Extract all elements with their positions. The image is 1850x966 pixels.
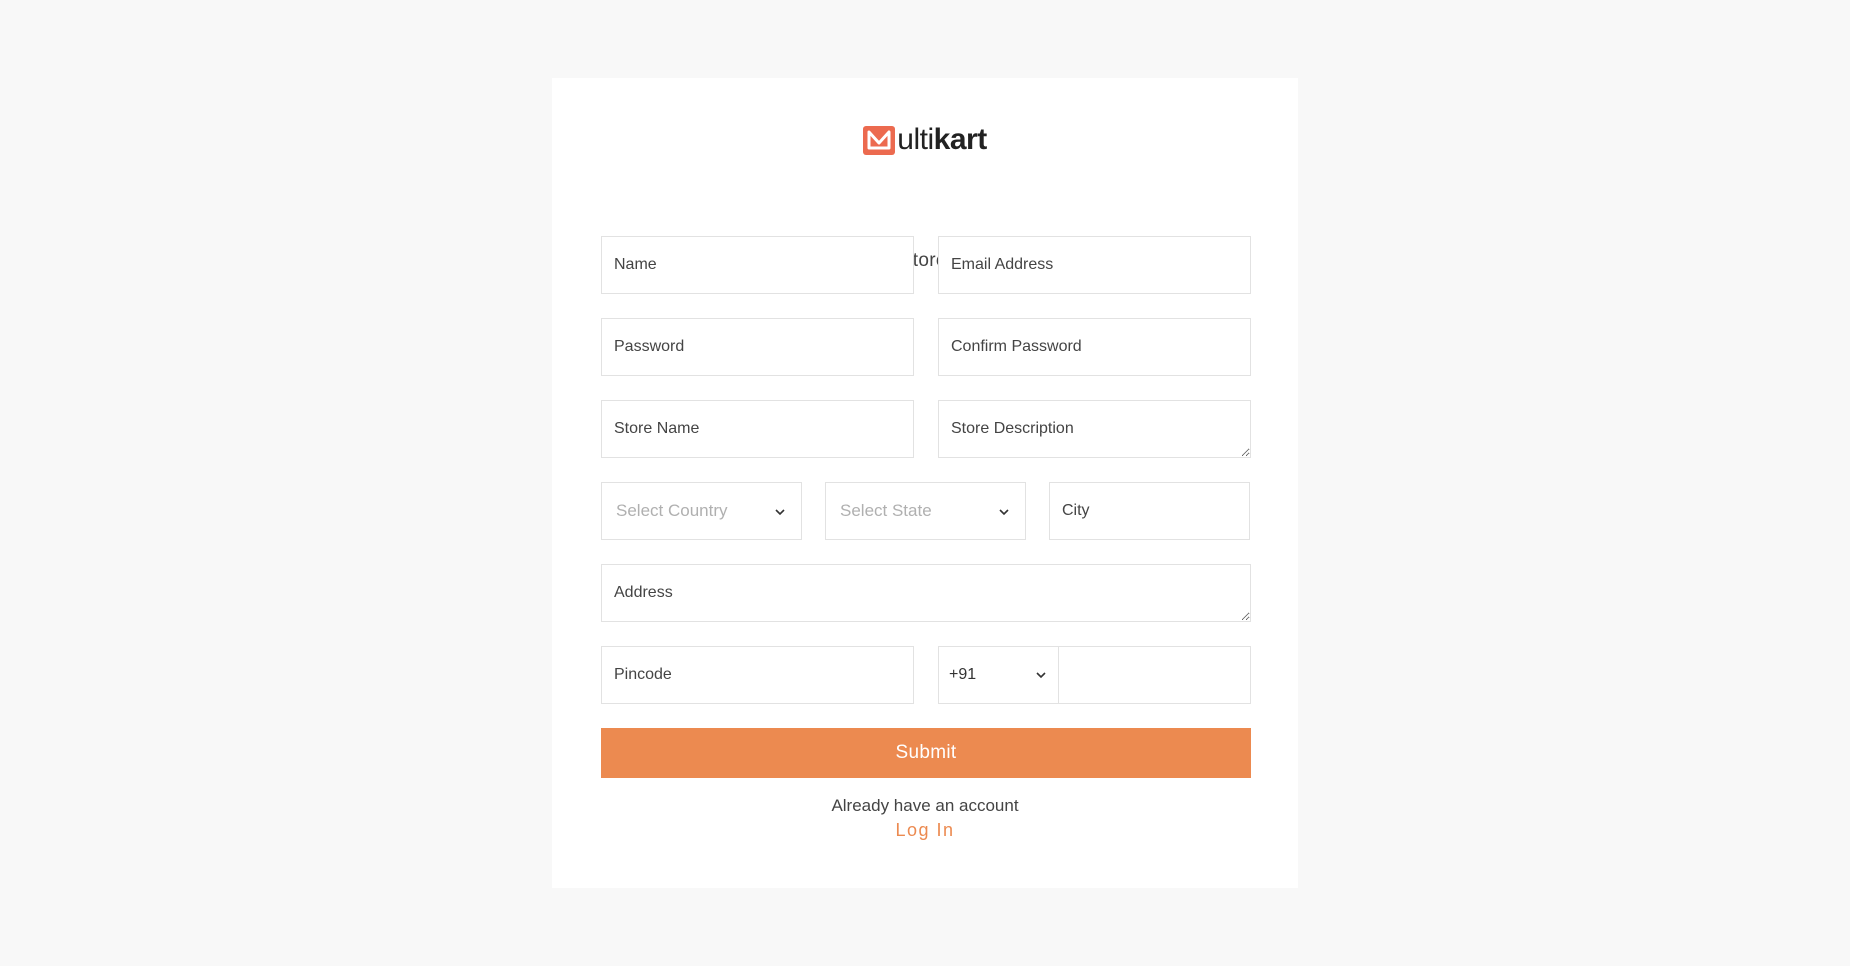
store-description-field[interactable] [938, 400, 1251, 458]
address-field[interactable] [601, 564, 1251, 622]
country-select-label: Select Country [616, 501, 728, 520]
state-select[interactable]: Select State [825, 482, 1026, 540]
name-field[interactable] [601, 236, 914, 294]
brand-logo: ultikart [552, 124, 1298, 156]
store-name-field[interactable] [601, 400, 914, 458]
already-have-account-text: Already have an account [831, 796, 1019, 815]
pincode-field[interactable] [601, 646, 914, 704]
state-select-label: Select State [840, 501, 932, 520]
brand-name: ultikart [897, 123, 988, 156]
login-link[interactable]: Log In [552, 820, 1298, 841]
chevron-down-icon [1034, 668, 1048, 682]
email-field[interactable] [938, 236, 1251, 294]
phone-code-value: +91 [949, 666, 977, 683]
chevron-down-icon [997, 504, 1011, 518]
phone-number-field[interactable] [1058, 646, 1251, 704]
city-field[interactable] [1049, 482, 1250, 540]
brand-name-bold: kart [933, 123, 988, 156]
submit-button[interactable]: Submit [601, 728, 1251, 778]
signup-card: ultikart setup_your_store_information Se… [552, 78, 1298, 888]
phone-code-select[interactable]: +91 [938, 646, 1058, 704]
confirm-password-field[interactable] [938, 318, 1251, 376]
m-logo-icon [863, 125, 896, 155]
brand-name-prefix: ulti [897, 123, 934, 156]
chevron-down-icon [773, 504, 787, 518]
country-select[interactable]: Select Country [601, 482, 802, 540]
password-field[interactable] [601, 318, 914, 376]
